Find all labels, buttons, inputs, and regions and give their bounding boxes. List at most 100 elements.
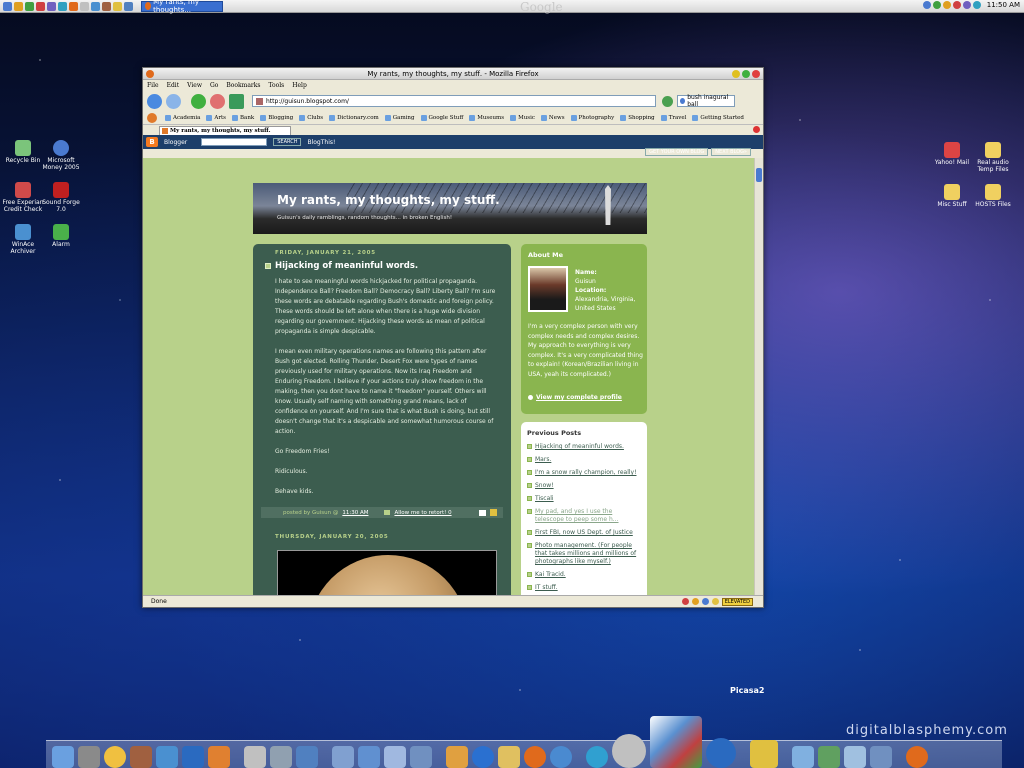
blogger-name[interactable]: Blogger: [164, 139, 187, 146]
search-box[interactable]: bush inagural ball: [677, 94, 735, 108]
dock-tool-icon[interactable]: [244, 746, 266, 768]
blog-title[interactable]: My rants, my thoughts, my stuff.: [277, 193, 500, 207]
bookmark-bank[interactable]: Bank: [232, 114, 254, 121]
bookmark-clubs[interactable]: Clubs: [299, 114, 323, 121]
next-blog-button[interactable]: NEXT BLOG»: [711, 148, 751, 156]
previous-post-item[interactable]: My pad, and yes I use the telescope to p…: [527, 508, 643, 524]
previous-post-link[interactable]: Photo management. (For people that takes…: [535, 542, 643, 566]
bookmark-academia[interactable]: Academia: [165, 114, 200, 121]
desktop-icon-real-audio-folder[interactable]: Real audio Temp Files: [970, 142, 1016, 173]
stop-icon[interactable]: [210, 93, 225, 109]
comments-link[interactable]: Allow me to retort! 0: [394, 510, 451, 516]
quicklaunch-app-icon[interactable]: [25, 1, 34, 11]
dock-tool-icon[interactable]: [270, 746, 292, 768]
menu-bookmarks[interactable]: Bookmarks: [226, 82, 260, 89]
bookmark-google-stuff[interactable]: Google Stuff: [420, 114, 463, 121]
gmail-notifier-icon[interactable]: [682, 598, 689, 605]
previous-post-link[interactable]: Snow!: [535, 482, 554, 490]
previous-post-link[interactable]: First FBI, now US Dept. of Justice: [535, 529, 633, 537]
profile-photo[interactable]: [528, 266, 568, 312]
quicklaunch-app-icon[interactable]: [69, 1, 78, 11]
bookmark-news[interactable]: News: [540, 114, 565, 121]
bookmark-travel[interactable]: Travel: [660, 114, 686, 121]
desktop-icon-misc-stuff[interactable]: Misc Stuff: [929, 184, 975, 208]
blogthis-link[interactable]: BlogThis!: [307, 139, 335, 146]
previous-post-link[interactable]: Hijacking of meaninful words.: [535, 443, 624, 451]
bookmark-dictionary-com[interactable]: Dictionary.com: [329, 114, 379, 121]
previous-post-link[interactable]: IT stuff.: [535, 584, 558, 592]
previous-post-link[interactable]: Mars.: [535, 456, 551, 464]
scrollbar-thumb[interactable]: [756, 168, 762, 182]
dock-weather-icon[interactable]: [104, 746, 126, 768]
blogger-logo-icon[interactable]: B: [146, 137, 158, 147]
previous-post-item[interactable]: First FBI, now US Dept. of Justice: [527, 529, 643, 537]
edit-pencil-icon[interactable]: [490, 509, 497, 516]
bookmark-music[interactable]: Music: [510, 114, 535, 121]
go-button[interactable]: [662, 95, 673, 107]
bookmark-museums[interactable]: Museums: [469, 114, 504, 121]
quicklaunch-app-icon[interactable]: [113, 1, 122, 11]
post-permalink[interactable]: 11:30 AM: [342, 510, 368, 516]
close-button[interactable]: [752, 70, 760, 78]
forward-icon[interactable]: [166, 93, 181, 109]
close-tab-icon[interactable]: [753, 126, 760, 133]
quicklaunch-app-icon[interactable]: [80, 1, 89, 11]
window-titlebar[interactable]: My rants, my thoughts, my stuff. - Mozil…: [143, 68, 763, 80]
previous-post-link[interactable]: I'm a snow rally champion, really!: [535, 469, 636, 477]
dock-app-icon[interactable]: [870, 746, 892, 768]
dock-tool-icon[interactable]: [296, 746, 318, 768]
tray-app-icon[interactable]: [962, 1, 971, 9]
previous-post-link[interactable]: Kai Tracid.: [535, 571, 566, 579]
reload-icon[interactable]: [191, 93, 206, 109]
quicklaunch-app-icon[interactable]: [58, 1, 67, 11]
get-own-blog-button[interactable]: GET YOUR OWN BLOG: [645, 148, 709, 156]
dock-app-icon[interactable]: [498, 746, 520, 768]
blogger-search-input[interactable]: [201, 138, 268, 146]
clock[interactable]: 11:50 AM: [987, 1, 1020, 9]
bookmark-blogging[interactable]: Blogging: [260, 114, 293, 121]
bookmark-arts[interactable]: Arts: [206, 114, 226, 121]
address-bar[interactable]: http://guisun.blogspot.com/: [252, 95, 656, 107]
menu-view[interactable]: View: [187, 82, 202, 89]
bookmark-getting-started[interactable]: Getting Started: [692, 114, 744, 121]
quicklaunch-app-icon[interactable]: [47, 1, 56, 11]
menu-file[interactable]: File: [147, 82, 159, 89]
dock-app-icon[interactable]: [130, 746, 152, 768]
previous-post-item[interactable]: Hijacking of meaninful words.: [527, 443, 643, 451]
dock-trash-icon[interactable]: [78, 746, 100, 768]
menu-edit[interactable]: Edit: [167, 82, 180, 89]
dock-media-player-icon[interactable]: [586, 746, 608, 768]
blogger-search-button[interactable]: SEARCH: [273, 138, 302, 146]
dock-app-icon[interactable]: [818, 746, 840, 768]
dock-folder-icon[interactable]: [358, 746, 380, 768]
email-post-icon[interactable]: [479, 509, 486, 516]
dock-app-icon[interactable]: [706, 738, 736, 768]
dock-app-icon[interactable]: [844, 746, 866, 768]
dock-app-icon[interactable]: [410, 746, 432, 768]
dock-firefox-icon[interactable]: [906, 746, 928, 768]
view-profile-link[interactable]: View my complete profile: [528, 394, 622, 401]
maximize-button[interactable]: [742, 70, 750, 78]
tray-volume-icon[interactable]: [972, 1, 981, 9]
previous-post-item[interactable]: Snow!: [527, 482, 643, 490]
dock-app-icon[interactable]: [182, 746, 204, 768]
dock-computer-icon[interactable]: [52, 746, 74, 768]
bookmark-shopping[interactable]: Shopping: [620, 114, 655, 121]
tray-app-icon[interactable]: [942, 1, 951, 9]
quicklaunch-app-icon[interactable]: [102, 1, 111, 11]
bookmark-bar-icon[interactable]: [147, 112, 157, 123]
tray-app-icon[interactable]: [952, 1, 961, 9]
dock-picasa-icon[interactable]: [650, 716, 702, 768]
dock-folder-icon[interactable]: [384, 746, 406, 768]
dock-thunderbird-icon[interactable]: [550, 746, 572, 768]
dock-exit-icon[interactable]: [208, 746, 230, 768]
bookmark-gaming[interactable]: Gaming: [384, 114, 415, 121]
dock-app-icon[interactable]: [156, 746, 178, 768]
desktop-icon-alarm[interactable]: Alarm: [38, 224, 84, 248]
previous-post-item[interactable]: IT stuff.: [527, 584, 643, 592]
tray-app-icon[interactable]: [932, 1, 941, 9]
quicklaunch-app-icon[interactable]: [124, 1, 133, 11]
dock-winamp-icon[interactable]: [612, 734, 646, 768]
previous-post-item[interactable]: Mars.: [527, 456, 643, 464]
desktop-icon-hosts-files[interactable]: HOSTS Files: [970, 184, 1016, 208]
